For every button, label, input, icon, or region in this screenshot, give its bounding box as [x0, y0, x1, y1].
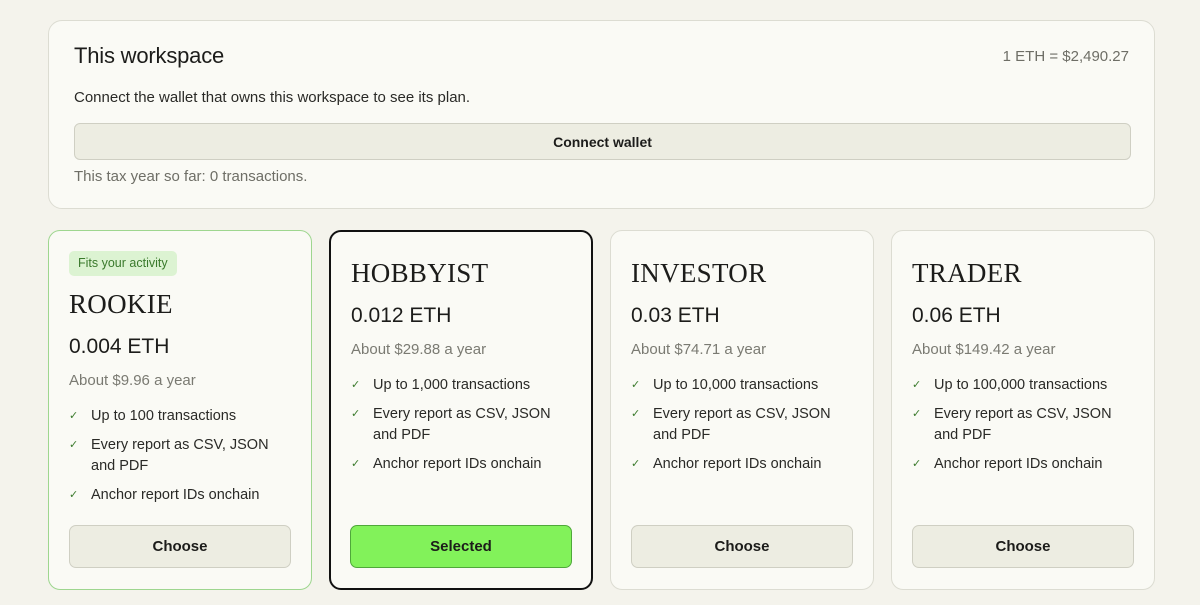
plan-price: 0.06 ETH [912, 304, 1001, 327]
check-icon: ✓ [69, 489, 79, 501]
feature-item: ✓ Anchor report IDs onchain [351, 454, 576, 475]
feature-item: ✓ Anchor report IDs onchain [69, 485, 294, 506]
plan-name: INVESTOR [631, 258, 767, 288]
feature-item: ✓ Every report as CSV, JSON and PDF [912, 406, 1112, 443]
plan-price: 0.004 ETH [69, 335, 170, 358]
check-icon: ✓ [912, 379, 922, 391]
transaction-count-note: This tax year so far: 0 transactions. [74, 168, 308, 185]
feature-item: ✓ Anchor report IDs onchain [912, 454, 1137, 475]
feature-list: ✓ Up to 10,000 transactions ✓ Every report… [631, 375, 856, 483]
check-icon: ✓ [912, 408, 922, 420]
check-icon: ✓ [631, 408, 641, 420]
check-icon: ✓ [69, 410, 79, 422]
feature-item: ✓ Up to 10,000 transactions [631, 375, 856, 396]
check-icon: ✓ [351, 408, 361, 420]
plan-price: 0.012 ETH [351, 304, 452, 327]
plan-yearly-price: About $29.88 a year [351, 341, 487, 358]
eth-rate: 1 ETH = $2,490.27 [1002, 48, 1129, 65]
check-icon: ✓ [69, 439, 79, 451]
feature-list: ✓ Up to 1,000 transactions ✓ Every report … [351, 375, 576, 483]
check-icon: ✓ [351, 458, 361, 470]
feature-item: ✓ Every report as CSV, JSON and PDF [351, 406, 551, 443]
plan-name: TRADER [912, 258, 1022, 288]
choose-trader-button[interactable]: Choose [912, 525, 1134, 568]
check-icon: ✓ [631, 458, 641, 470]
feature-item: ✓ Up to 100 transactions [69, 406, 294, 427]
plan-card-trader: TRADER 0.06 ETH About $149.42 a year ✓ Up… [891, 230, 1155, 590]
feature-item: ✓ Every report as CSV, JSON and PDF [631, 406, 831, 443]
check-icon: ✓ [351, 379, 361, 391]
workspace-panel: This workspace 1 ETH = $2,490.27 Connect… [48, 20, 1155, 209]
check-icon: ✓ [912, 458, 922, 470]
plan-card-rookie: Fits your activity ROOKIE 0.004 ETH Abou… [48, 230, 312, 590]
feature-item: ✓ Anchor report IDs onchain [631, 454, 856, 475]
plan-card-investor: INVESTOR 0.03 ETH About $74.71 a year ✓ U… [610, 230, 874, 590]
plan-yearly-price: About $149.42 a year [912, 341, 1056, 358]
plan-name: HOBBYIST [351, 258, 489, 288]
workspace-title: This workspace [74, 43, 225, 68]
feature-item: ✓ Up to 1,000 transactions [351, 375, 576, 396]
feature-list: ✓ Up to 100 transactions ✓ Every report as… [69, 406, 294, 514]
choose-rookie-button[interactable]: Choose [69, 525, 291, 568]
check-icon: ✓ [631, 379, 641, 391]
feature-item: ✓ Up to 100,000 transactions [912, 375, 1137, 396]
choose-investor-button[interactable]: Choose [631, 525, 853, 568]
feature-item: ✓ Every report as CSV, JSON and PDF [69, 437, 269, 474]
plan-yearly-price: About $9.96 a year [69, 372, 196, 389]
connect-wallet-button[interactable]: Connect wallet [74, 123, 1131, 160]
plan-price: 0.03 ETH [631, 304, 720, 327]
plan-name: ROOKIE [69, 289, 173, 319]
plan-yearly-price: About $74.71 a year [631, 341, 767, 358]
fits-activity-badge: Fits your activity [69, 251, 177, 276]
selected-hobbyist-button[interactable]: Selected [350, 525, 572, 568]
plan-card-hobbyist: HOBBYIST 0.012 ETH About $29.88 a year ✓… [329, 230, 593, 590]
workspace-description: Connect the wallet that owns this worksp… [74, 89, 471, 106]
feature-list: ✓ Up to 100,000 transactions ✓ Every repor… [912, 375, 1137, 483]
